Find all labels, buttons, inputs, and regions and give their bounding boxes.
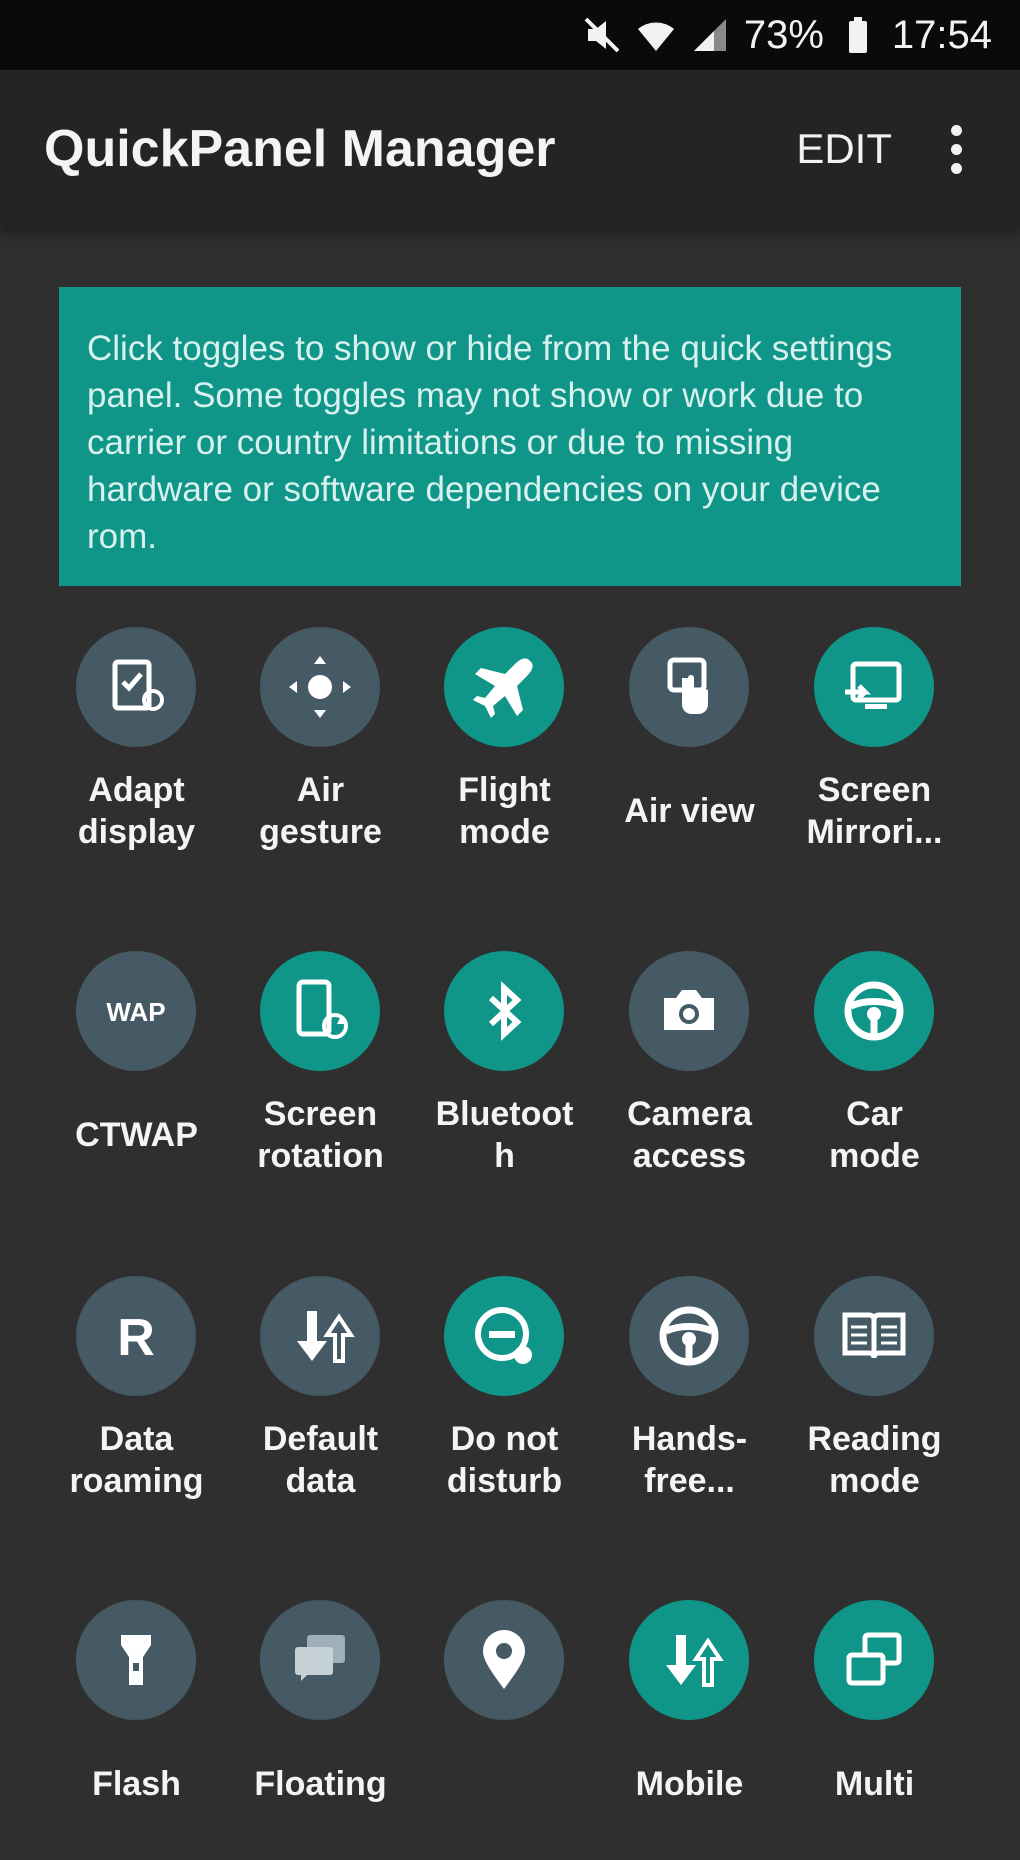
toggle-label: Default data bbox=[262, 1420, 379, 1500]
svg-text:WAP: WAP bbox=[106, 997, 165, 1027]
toggle-tile[interactable]: Flight mode bbox=[412, 627, 597, 887]
toggle-tile[interactable]: R Data roaming bbox=[44, 1276, 229, 1536]
mobile-data-icon bbox=[629, 1600, 749, 1720]
toggle-label: Multi bbox=[834, 1765, 915, 1803]
toggle-tile[interactable]: Screen Mirrori... bbox=[782, 627, 967, 887]
toggle-label: Screen rotation bbox=[257, 1095, 384, 1175]
toggle-label: Hands- free... bbox=[631, 1420, 748, 1500]
toggle-tile[interactable]: Mobile bbox=[597, 1600, 782, 1860]
toggle-tile[interactable]: Flash bbox=[44, 1600, 229, 1860]
toggle-tile[interactable]: Adapt display bbox=[44, 627, 229, 887]
airplane-icon bbox=[444, 627, 564, 747]
toggle-tile[interactable]: Air view bbox=[597, 627, 782, 887]
toggle-tile[interactable]: Screen rotation bbox=[228, 951, 413, 1211]
toggle-tile[interactable]: Floating bbox=[228, 1600, 413, 1860]
toggle-tile[interactable]: Air gesture bbox=[228, 627, 413, 887]
camera-icon bbox=[629, 951, 749, 1071]
toggle-label: Camera access bbox=[627, 1095, 752, 1175]
bluetooth-icon bbox=[444, 951, 564, 1071]
toggle-tile[interactable]: Hands- free... bbox=[597, 1276, 782, 1536]
toggle-tile[interactable]: Reading mode bbox=[782, 1276, 967, 1536]
toggle-label: Air view bbox=[624, 792, 755, 830]
adapt-display-icon bbox=[76, 627, 196, 747]
steering-wheel-icon bbox=[814, 951, 934, 1071]
toggle-label: Reading mode bbox=[807, 1420, 942, 1500]
screen-rotation-icon bbox=[260, 951, 380, 1071]
toggle-label: Data roaming bbox=[69, 1420, 204, 1500]
wap-icon: WAP bbox=[76, 951, 196, 1071]
toggle-tile[interactable]: WAP CTWAP bbox=[44, 951, 229, 1211]
book-icon bbox=[814, 1276, 934, 1396]
toggle-label: Flash bbox=[92, 1765, 181, 1803]
toggle-label: CTWAP bbox=[75, 1116, 198, 1154]
multi-window-icon bbox=[814, 1600, 934, 1720]
data-roaming-icon: R bbox=[76, 1276, 196, 1396]
toggle-tile[interactable]: Multi bbox=[782, 1600, 967, 1860]
toggle-label: Adapt display bbox=[77, 771, 196, 851]
toggle-label: Air gesture bbox=[259, 771, 382, 851]
floating-messages-icon bbox=[260, 1600, 380, 1720]
toggle-label: Mobile bbox=[635, 1765, 744, 1803]
toggle-tile[interactable]: Default data bbox=[228, 1276, 413, 1536]
flashlight-icon bbox=[76, 1600, 196, 1720]
toggle-tile[interactable]: Do not disturb bbox=[412, 1276, 597, 1536]
screen-mirroring-icon bbox=[814, 627, 934, 747]
toggle-tile[interactable]: Bluetoot h bbox=[412, 951, 597, 1211]
toggle-grid: Adapt display Air gesture Flight mode Air v… bbox=[0, 0, 1020, 1817]
toggle-tile[interactable]: Car mode bbox=[782, 951, 967, 1211]
toggle-label: Bluetoot h bbox=[435, 1095, 574, 1175]
do-not-disturb-icon bbox=[444, 1276, 564, 1396]
svg-text:R: R bbox=[117, 1309, 155, 1367]
toggle-tile[interactable] bbox=[412, 1600, 597, 1860]
toggle-tile[interactable]: Camera access bbox=[597, 951, 782, 1211]
toggle-label: Floating bbox=[254, 1765, 387, 1803]
air-gesture-icon bbox=[260, 627, 380, 747]
default-data-icon bbox=[260, 1276, 380, 1396]
air-view-icon bbox=[629, 627, 749, 747]
toggle-label: Screen Mirrori... bbox=[806, 771, 943, 851]
location-icon bbox=[444, 1600, 564, 1720]
toggle-label: Car mode bbox=[829, 1095, 920, 1175]
steering-wheel-icon bbox=[629, 1276, 749, 1396]
toggle-label: Do not disturb bbox=[446, 1420, 563, 1500]
toggle-label: Flight mode bbox=[458, 771, 551, 851]
